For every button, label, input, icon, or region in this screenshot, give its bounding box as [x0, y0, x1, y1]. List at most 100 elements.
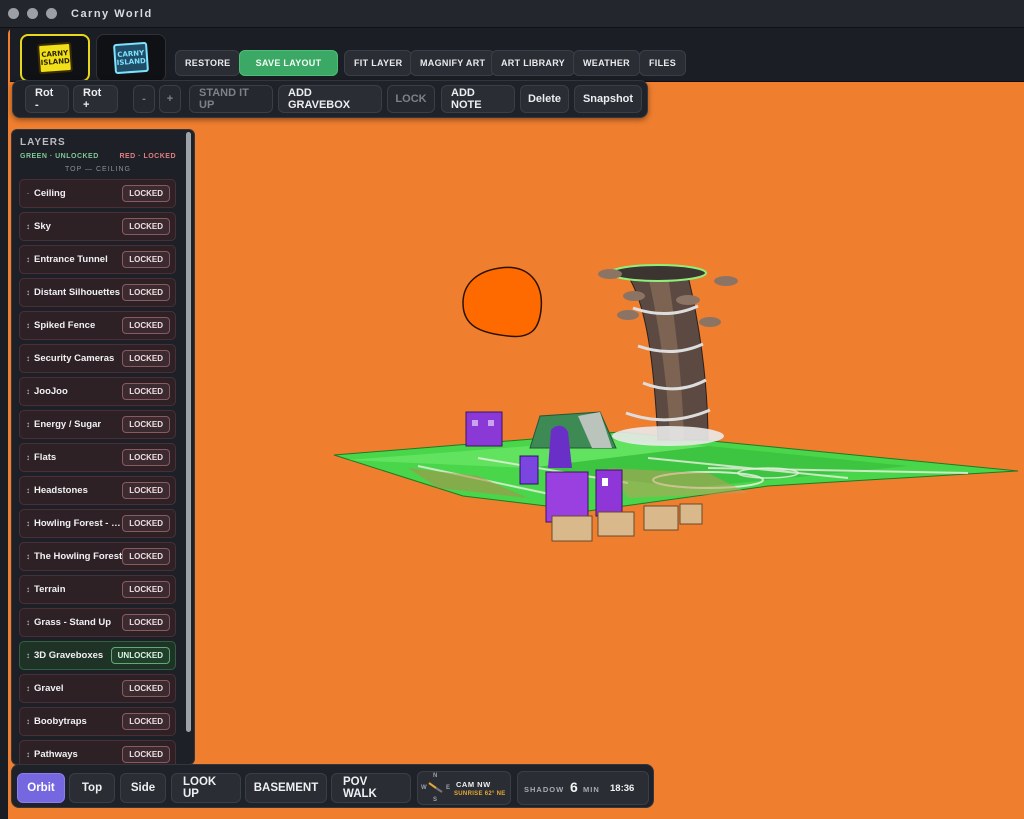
lock-button[interactable]: LOCK [387, 85, 435, 113]
drag-handle-icon[interactable]: ↕ [22, 453, 34, 462]
layer-row[interactable]: ↕ Grass - Stand Up LOCKED [19, 608, 176, 637]
layer-row[interactable]: ↕ Sky LOCKED [19, 212, 176, 241]
layer-lock-toggle[interactable]: LOCKED [122, 449, 170, 466]
layer-row[interactable]: ↕ Pathways LOCKED [19, 740, 176, 764]
carny-island-logo-alt[interactable]: CARNY ISLAND [96, 34, 166, 82]
window-controls [8, 8, 57, 19]
snapshot-button[interactable]: Snapshot [574, 85, 642, 113]
drag-handle-icon[interactable]: · [22, 189, 34, 198]
layer-lock-toggle[interactable]: LOCKED [122, 317, 170, 334]
basement-button[interactable]: BASEMENT [245, 773, 327, 803]
layer-lock-toggle[interactable]: LOCKED [122, 482, 170, 499]
layer-row[interactable]: ↕ Distant Silhouettes LOCKED [19, 278, 176, 307]
logo-line2: ISLAND [116, 56, 147, 67]
drag-handle-icon[interactable]: ↕ [22, 684, 34, 693]
layer-row[interactable]: ↕ Security Cameras LOCKED [19, 344, 176, 373]
layer-lock-toggle[interactable]: LOCKED [122, 515, 170, 532]
layer-name: Gravel [34, 683, 64, 694]
camera-compass[interactable]: N S E W CAM NW SUNRISE 62° NE [417, 771, 511, 805]
layer-row[interactable]: ↕ Terrain LOCKED [19, 575, 176, 604]
layer-lock-toggle[interactable]: LOCKED [122, 548, 170, 565]
close-window-button[interactable] [8, 8, 19, 19]
drag-handle-icon[interactable]: ↕ [22, 651, 34, 660]
layer-row[interactable]: ↕ Boobytraps LOCKED [19, 707, 176, 736]
magnify-art-button[interactable]: MAGNIFY ART [410, 50, 496, 76]
layer-row[interactable]: ↕ Entrance Tunnel LOCKED [19, 245, 176, 274]
drag-handle-icon[interactable]: ↕ [22, 486, 34, 495]
purple-gravebox[interactable] [545, 471, 589, 523]
look-up-button[interactable]: LOOK UP [171, 773, 241, 803]
layer-row[interactable]: ↕ Spiked Fence LOCKED [19, 311, 176, 340]
shadow-value: 6 [570, 779, 578, 795]
drag-handle-icon[interactable]: ↕ [22, 288, 34, 297]
drag-handle-icon[interactable]: ↕ [22, 585, 34, 594]
legend-locked: RED · LOCKED [119, 153, 176, 160]
layer-lock-toggle[interactable]: LOCKED [122, 746, 170, 763]
layer-row[interactable]: ↕ The Howling Forest LOCKED [19, 542, 176, 571]
pov-walk-button[interactable]: POV WALK [331, 773, 411, 803]
logo-badge: CARNY ISLAND [112, 41, 150, 75]
drag-handle-icon[interactable]: ↕ [22, 420, 34, 429]
layer-lock-toggle[interactable]: LOCKED [122, 284, 170, 301]
layer-lock-toggle[interactable]: LOCKED [122, 416, 170, 433]
side-view-button[interactable]: Side [120, 773, 166, 803]
layer-lock-toggle[interactable]: LOCKED [122, 680, 170, 697]
drag-handle-icon[interactable]: ↕ [22, 618, 34, 627]
drag-handle-icon[interactable]: ↕ [22, 354, 34, 363]
layer-lock-toggle[interactable]: LOCKED [122, 185, 170, 202]
scale-down-button[interactable]: - [133, 85, 155, 113]
layer-name: Ceiling [34, 188, 66, 199]
rotate-right-button[interactable]: Rot + [73, 85, 118, 113]
shadow-label: SHADOW [524, 785, 565, 794]
drag-handle-icon[interactable]: ↕ [22, 321, 34, 330]
drag-handle-icon[interactable]: ↕ [22, 552, 34, 561]
drag-handle-icon[interactable]: ↕ [22, 717, 34, 726]
drag-handle-icon[interactable]: ↕ [22, 519, 34, 528]
layer-lock-toggle[interactable]: LOCKED [122, 350, 170, 367]
shadow-control[interactable]: SHADOW 6 MIN 18:36 [517, 771, 649, 805]
layer-lock-toggle[interactable]: LOCKED [122, 614, 170, 631]
layer-row[interactable]: ↕Howling Forest - TreesLOCKED [19, 509, 176, 538]
layers-scrollbar[interactable] [186, 132, 191, 732]
sun-blob[interactable] [462, 266, 543, 338]
add-note-button[interactable]: ADD NOTE [441, 85, 515, 113]
add-gravebox-button[interactable]: ADD GRAVEBOX [278, 85, 382, 113]
layer-row[interactable]: · Ceiling LOCKED [19, 179, 176, 208]
layer-lock-toggle[interactable]: LOCKED [122, 713, 170, 730]
layer-lock-toggle[interactable]: UNLOCKED [110, 647, 170, 664]
stand-it-up-button[interactable]: STAND IT UP [189, 85, 273, 113]
save-layout-button[interactable]: SAVE LAYOUT [239, 50, 338, 76]
carny-island-logo-active[interactable]: CARNY ISLAND [20, 34, 90, 82]
sunrise-direction: SUNRISE 62° NE [454, 791, 506, 797]
layer-lock-toggle[interactable]: LOCKED [122, 251, 170, 268]
layers-title: LAYERS [20, 137, 66, 148]
top-view-button[interactable]: Top [69, 773, 115, 803]
restore-button[interactable]: RESTORE [175, 50, 241, 76]
maximize-window-button[interactable] [46, 8, 57, 19]
rotate-left-button[interactable]: Rot - [25, 85, 69, 113]
layer-lock-toggle[interactable]: LOCKED [122, 218, 170, 235]
layer-row[interactable]: ↕ Energy / Sugar LOCKED [19, 410, 176, 439]
purple-tower[interactable] [465, 411, 503, 447]
minimize-window-button[interactable] [27, 8, 38, 19]
layer-row[interactable]: ↕ Gravel LOCKED [19, 674, 176, 703]
delete-button[interactable]: Delete [520, 85, 569, 113]
drag-handle-icon[interactable]: ↕ [22, 255, 34, 264]
weather-button[interactable]: WEATHER [573, 50, 640, 76]
layer-row[interactable]: ↕ Headstones LOCKED [19, 476, 176, 505]
layer-row[interactable]: ↕ 3D Graveboxes UNLOCKED [19, 641, 176, 670]
art-library-button[interactable]: ART LIBRARY [491, 50, 575, 76]
orbit-view-button[interactable]: Orbit [17, 773, 65, 803]
drag-handle-icon[interactable]: ↕ [22, 387, 34, 396]
drag-handle-icon[interactable]: ↕ [22, 750, 34, 759]
layer-name: Sky [34, 221, 51, 232]
drag-handle-icon[interactable]: ↕ [22, 222, 34, 231]
fit-layer-button[interactable]: FIT LAYER [344, 50, 413, 76]
files-button[interactable]: FILES [639, 50, 687, 76]
layer-lock-toggle[interactable]: LOCKED [122, 581, 170, 598]
layer-row[interactable]: ↕ Flats LOCKED [19, 443, 176, 472]
layer-row[interactable]: ↕ JooJoo LOCKED [19, 377, 176, 406]
view-toolbar: Orbit Top Side LOOK UP BASEMENT POV WALK… [11, 764, 654, 808]
layer-lock-toggle[interactable]: LOCKED [122, 383, 170, 400]
scale-up-button[interactable]: + [159, 85, 181, 113]
